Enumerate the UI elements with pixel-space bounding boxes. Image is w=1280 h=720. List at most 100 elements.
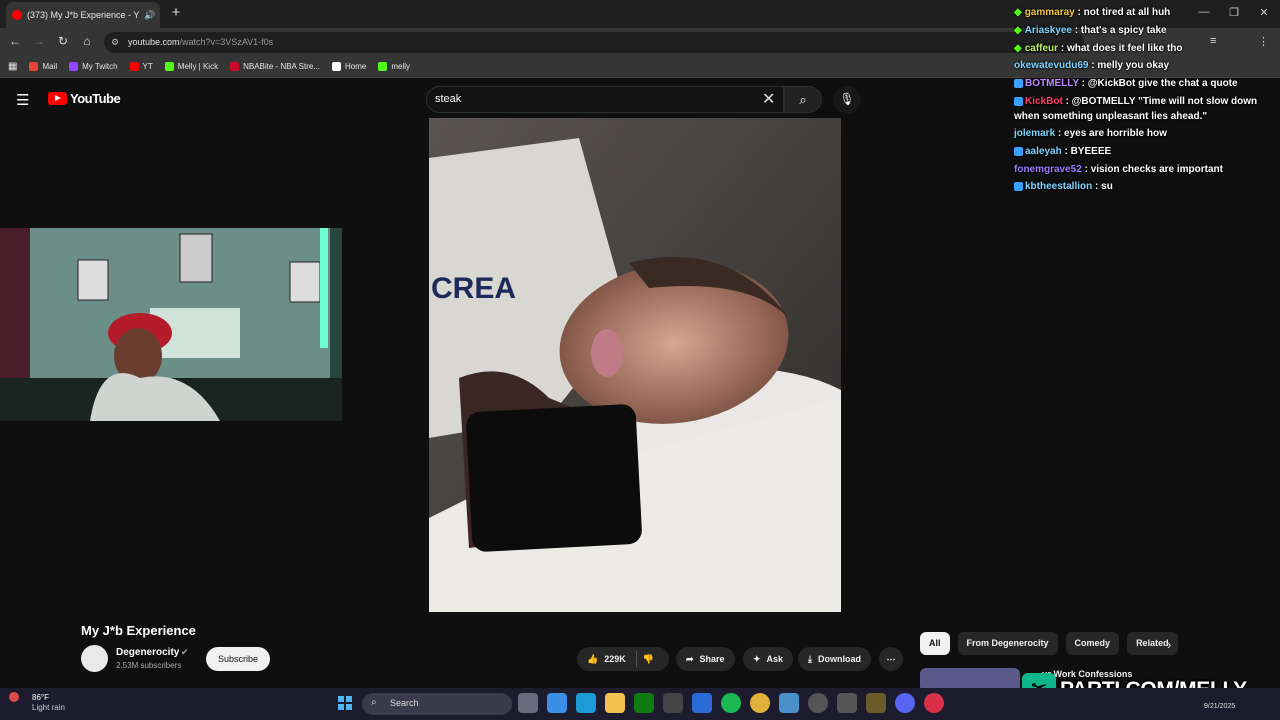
- steam-icon[interactable]: [663, 693, 683, 713]
- browser-tab[interactable]: (373) My J*b Experience - Y 🔊 ✕: [6, 2, 160, 28]
- bookmark-nbabite[interactable]: NBABite - NBA Stre...: [230, 62, 320, 71]
- edge-icon[interactable]: [576, 693, 596, 713]
- download-icon: ⤓: [808, 653, 812, 664]
- chat-text: : su: [1092, 181, 1113, 193]
- youtube-logo[interactable]: YouTube: [48, 91, 121, 106]
- spotify-icon[interactable]: [721, 693, 741, 713]
- channel-avatar[interactable]: [81, 645, 108, 672]
- address-bar[interactable]: youtube.com/watch?v=3VSzAV1-f0s: [104, 32, 1084, 53]
- chat-username[interactable]: kbtheestallion: [1025, 181, 1092, 192]
- chip-all[interactable]: All: [920, 632, 950, 655]
- bookmark-melly[interactable]: melly: [378, 62, 410, 71]
- weather-widget[interactable]: 86°F Light rain: [16, 693, 65, 713]
- back-icon[interactable]: ←: [8, 34, 22, 48]
- bookmark-yt[interactable]: YT: [129, 62, 153, 71]
- search-icon: ⌕: [799, 92, 807, 107]
- chat-text: : what does it feel like tho: [1058, 42, 1183, 54]
- chrome-icon[interactable]: [750, 693, 770, 713]
- photos-icon[interactable]: [779, 693, 799, 713]
- more-icon: ⋯: [886, 653, 896, 664]
- taskbar-search[interactable]: Search: [362, 693, 512, 715]
- chat-username[interactable]: BOTMELLY: [1025, 78, 1079, 89]
- bookmark-melly-kick[interactable]: Melly | Kick: [164, 62, 218, 71]
- chip-comedy[interactable]: Comedy: [1065, 632, 1120, 655]
- terminal-icon[interactable]: [866, 693, 886, 713]
- kick-gem-icon: ◆: [1014, 42, 1022, 54]
- nba-icon: [230, 62, 240, 71]
- copilot-icon[interactable]: [547, 693, 567, 713]
- chat-username[interactable]: KickBot: [1025, 96, 1063, 107]
- windows-start-icon[interactable]: [338, 696, 352, 710]
- chat-username[interactable]: aaleyah: [1025, 146, 1062, 157]
- pin-app-icon[interactable]: [924, 693, 944, 713]
- bookmark-mail[interactable]: Mail: [29, 62, 57, 71]
- chevron-right-icon[interactable]: ›: [1167, 637, 1171, 652]
- video-player[interactable]: CREA: [429, 118, 841, 612]
- tab-audio-icon[interactable]: 🔊: [144, 10, 155, 21]
- chat-text: : @KickBot give the chat a quote: [1078, 78, 1238, 90]
- xbox-icon[interactable]: [634, 693, 654, 713]
- url-path: /watch?v=3VSzAV1-f0s: [179, 37, 274, 47]
- chat-username[interactable]: Ariaskyee: [1025, 25, 1072, 36]
- taskbar-search-icon: ⌕: [371, 697, 377, 708]
- youtube-play-icon: [48, 92, 67, 105]
- chat-text: : BYEEEE: [1061, 145, 1112, 157]
- dislike-icon[interactable]: 👎: [643, 654, 654, 665]
- search-button[interactable]: ⌕: [784, 86, 822, 113]
- youtube-icon: [129, 62, 139, 71]
- apps-icon[interactable]: ▦: [8, 61, 17, 72]
- store-icon[interactable]: [692, 693, 712, 713]
- related-chips: All From Degenerocity Comedy Related: [920, 632, 1178, 655]
- clear-search-icon[interactable]: ✕: [762, 89, 775, 109]
- kick-icon: [378, 62, 388, 71]
- chat-message: fonemgrave52 : vision checks are importa…: [1014, 161, 1280, 179]
- chat-message: ◆ caffeur : what does it feel like tho: [1014, 40, 1280, 58]
- subscribe-button[interactable]: Subscribe: [206, 647, 270, 671]
- download-button[interactable]: ⤓ Download: [798, 647, 871, 671]
- menu-icon[interactable]: ☰: [16, 91, 32, 109]
- chat-username[interactable]: jolemark: [1014, 128, 1055, 139]
- search-input[interactable]: steak: [426, 86, 784, 113]
- chat-username[interactable]: okewatevudu69: [1014, 60, 1088, 71]
- video-title: My J*b Experience: [81, 623, 196, 638]
- microphone-icon: 🎙: [839, 92, 855, 106]
- task-view-icon[interactable]: [518, 693, 538, 713]
- chat-text: : that's a spicy take: [1071, 24, 1167, 36]
- discord-icon[interactable]: [895, 693, 915, 713]
- channel-name[interactable]: Degenerocity: [116, 647, 179, 658]
- ask-button[interactable]: ✦ Ask: [743, 647, 794, 671]
- chat-username[interactable]: fonemgrave52: [1014, 164, 1082, 175]
- home-icon[interactable]: ⌂: [80, 34, 94, 48]
- chat-username[interactable]: caffeur: [1025, 43, 1058, 54]
- bookmark-my-twitch[interactable]: My Twitch: [69, 62, 118, 71]
- media-player-icon[interactable]: [808, 693, 828, 713]
- voice-search-button[interactable]: 🎙: [833, 86, 861, 114]
- site-info-icon[interactable]: ⚙: [111, 37, 119, 48]
- reload-icon[interactable]: ↻: [56, 34, 70, 48]
- new-tab-button[interactable]: +: [168, 4, 184, 22]
- forward-icon[interactable]: →: [32, 34, 46, 48]
- like-icon[interactable]: 👍: [587, 654, 598, 665]
- subscriber-badge-icon: [1014, 182, 1023, 192]
- chip-from-degenerocity[interactable]: From Degenerocity: [957, 632, 1058, 655]
- chat-message: aaleyah : BYEEEE: [1014, 143, 1280, 161]
- chat-text: : eyes are horrible how: [1055, 127, 1167, 139]
- bookmark-home[interactable]: Home: [332, 62, 366, 71]
- mail-icon: [29, 62, 39, 71]
- like-count[interactable]: 229K: [604, 654, 626, 664]
- twitch-icon: [69, 62, 79, 71]
- bot-badge-icon: [1014, 96, 1023, 106]
- more-actions-button[interactable]: ⋯: [879, 647, 903, 671]
- tab-title: (373) My J*b Experience - Y: [27, 10, 140, 20]
- chat-username[interactable]: gammaray: [1025, 7, 1075, 18]
- chat-message: kbtheestallion : su: [1014, 178, 1280, 196]
- weather-condition: Light rain: [32, 703, 65, 712]
- kick-icon: [164, 62, 174, 71]
- chat-text: : not tired at all huh: [1074, 7, 1171, 18]
- chat-message: okewatevudu69 : melly you okay: [1014, 57, 1280, 75]
- like-dislike-group: 👍 229K 👎: [577, 647, 669, 671]
- obs-icon[interactable]: [837, 693, 857, 713]
- share-button[interactable]: ➦ Share: [676, 647, 735, 671]
- file-explorer-icon[interactable]: [605, 693, 625, 713]
- sparkle-icon: ✦: [753, 653, 761, 664]
